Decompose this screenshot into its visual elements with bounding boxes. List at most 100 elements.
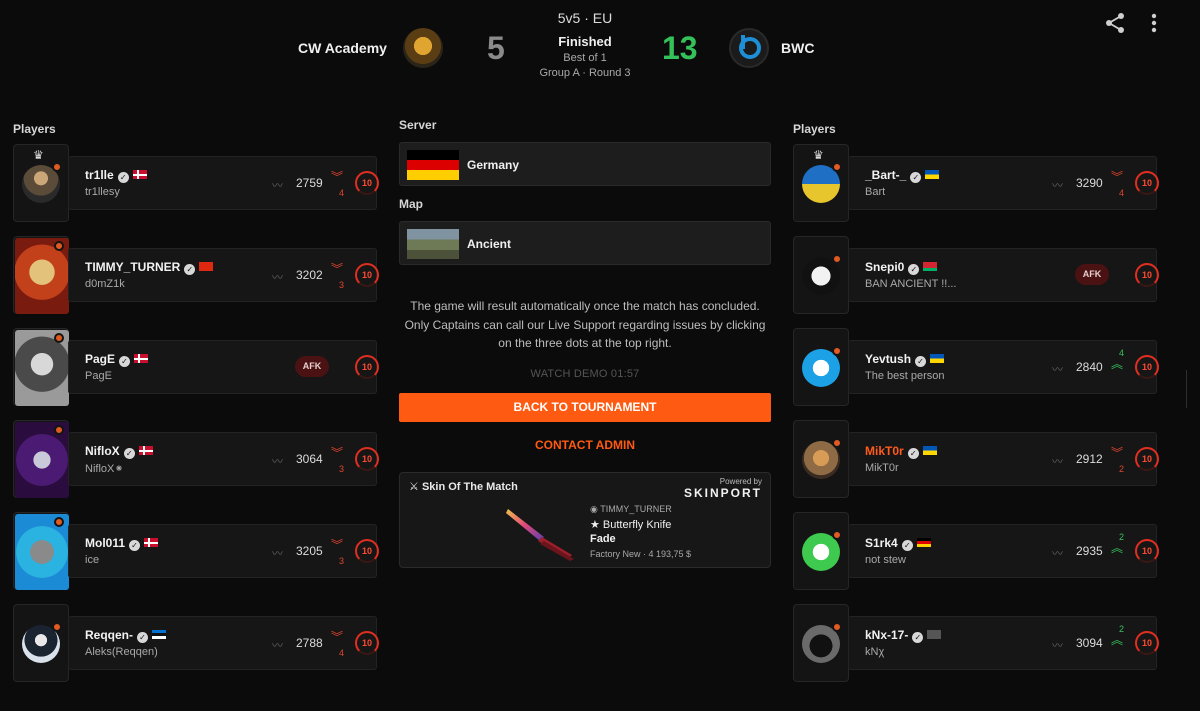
level-badge-icon	[832, 346, 842, 356]
player-name[interactable]: Snepi0 ✓	[865, 260, 938, 275]
player-card[interactable]: ♛ _Bart-_ ✓ Bart 〰 3290 ︾ 4 10	[793, 144, 1159, 222]
back-to-tournament-button[interactable]: BACK TO TOURNAMENT	[399, 392, 771, 422]
player-avatar-frame[interactable]	[13, 328, 69, 406]
team-b-score: 13	[662, 30, 698, 66]
chevrons-down-icon: ︾	[1111, 446, 1124, 460]
player-avatar-frame[interactable]	[13, 236, 69, 314]
player-card[interactable]: Snepi0 ✓ BAN ANCIENT !!... AFK 10	[793, 236, 1159, 314]
player-card[interactable]: Reqqen- ✓ Aleks(Reqqen) 〰 2788 ︾ 4 10	[13, 604, 379, 682]
player-nickname: tr1llesy	[85, 186, 120, 198]
player-card[interactable]: Yevtush ✓ The best person 〰 2840 ︽ 4 10	[793, 328, 1159, 406]
player-name[interactable]: NifloX ✓	[85, 444, 153, 459]
player-card[interactable]: NifloX ✓ NifloX⁕ 〰 3064 ︾ 3 10	[13, 420, 379, 498]
player-card[interactable]: ♛ tr1lle ✓ tr1llesy 〰 2759 ︾ 4 10	[13, 144, 379, 222]
chevrons-down-icon: ︾	[1111, 170, 1124, 184]
player-card[interactable]: kNx-17- ✓ kNχ 〰 3094 ︽ 2 10	[793, 604, 1159, 682]
watch-demo-link[interactable]: WATCH DEMO 01:57	[399, 368, 771, 380]
player-avatar-frame[interactable]	[793, 512, 849, 590]
player-info-panel[interactable]: Snepi0 ✓ BAN ANCIENT !!... AFK 10	[848, 248, 1159, 302]
player-avatar-frame[interactable]	[13, 512, 69, 590]
player-name[interactable]: kNx-17- ✓	[865, 628, 942, 643]
player-name-text: Yevtush	[865, 352, 912, 366]
player-name[interactable]: S1rk4 ✓	[865, 536, 931, 551]
skin-of-the-match-card[interactable]: ⚔ Skin Of The Match Powered by SKINPORT …	[399, 471, 771, 568]
player-info-panel[interactable]: S1rk4 ✓ not stew 〰 2935 ︽ 2 10	[848, 524, 1159, 578]
player-name[interactable]: Yevtush ✓	[865, 352, 945, 367]
elo-trend-icon: 〰	[1052, 364, 1063, 376]
germany-flag-icon	[407, 150, 459, 180]
chevrons-down-icon: ︾	[331, 446, 344, 460]
verified-icon: ✓	[129, 540, 141, 551]
player-info-panel[interactable]: tr1lle ✓ tr1llesy 〰 2759 ︾ 4 10	[68, 156, 379, 210]
player-avatar-frame[interactable]: ♛	[13, 144, 69, 222]
player-card[interactable]: Mol011 ✓ ice 〰 3205 ︾ 3 10	[13, 512, 379, 590]
player-avatar-frame[interactable]	[13, 604, 69, 682]
player-name[interactable]: _Bart-_ ✓	[865, 168, 940, 183]
powered-by[interactable]: Powered by SKINPORT	[684, 477, 762, 500]
player-name[interactable]: PagE ✓	[85, 352, 149, 367]
player-card[interactable]: TIMMY_TURNER ✓ d0mZ1k 〰 3202 ︾ 3 10	[13, 236, 379, 314]
player-card[interactable]: MikT0r ✓ MikT0r 〰 2912 ︾ 2 10	[793, 420, 1159, 498]
level-badge-icon	[52, 622, 62, 632]
player-name-text: tr1lle	[85, 168, 114, 182]
player-info-panel[interactable]: _Bart-_ ✓ Bart 〰 3290 ︾ 4 10	[848, 156, 1159, 210]
more-vertical-icon[interactable]	[1146, 12, 1162, 34]
player-name[interactable]: MikT0r ✓	[865, 444, 937, 459]
player-info-panel[interactable]: TIMMY_TURNER ✓ d0mZ1k 〰 3202 ︾ 3 10	[68, 248, 379, 302]
verified-icon: ✓	[915, 356, 927, 367]
player-avatar-frame[interactable]	[793, 420, 849, 498]
player-info-panel[interactable]: Yevtush ✓ The best person 〰 2840 ︽ 4 10	[848, 340, 1159, 394]
share-icon[interactable]	[1104, 12, 1126, 34]
contact-admin-button[interactable]: CONTACT ADMIN	[399, 438, 771, 452]
verified-icon: ✓	[184, 264, 196, 275]
player-avatar-frame[interactable]	[13, 420, 69, 498]
player-avatar-frame[interactable]: ♛	[793, 144, 849, 222]
player-name-text: MikT0r	[865, 444, 904, 458]
left-players-heading: Players	[13, 122, 56, 136]
match-mode: 5v5 · EU	[557, 10, 613, 26]
player-nickname: NifloX⁕	[85, 463, 124, 475]
team-b-name[interactable]: BWC	[781, 40, 814, 56]
team-a-player-list: ♛ tr1lle ✓ tr1llesy 〰 2759 ︾ 4 10 TIMMY_TURNER ✓ d0…	[13, 144, 379, 684]
player-name[interactable]: TIMMY_TURNER ✓	[85, 260, 214, 275]
verified-icon: ✓	[907, 448, 919, 459]
player-card[interactable]: PagE ✓ PagE AFK 10	[13, 328, 379, 406]
verified-icon: ✓	[123, 448, 135, 459]
player-avatar-frame[interactable]	[793, 236, 849, 314]
country-flag-icon	[923, 262, 938, 271]
scrollbar[interactable]	[1186, 370, 1187, 408]
player-info-panel[interactable]: NifloX ✓ NifloX⁕ 〰 3064 ︾ 3 10	[68, 432, 379, 486]
faceit-level-badge: 10	[355, 263, 379, 287]
chevrons-down-icon: ︾	[331, 262, 344, 276]
player-info-panel[interactable]: PagE ✓ PagE AFK 10	[68, 340, 379, 394]
team-a-name[interactable]: CW Academy	[298, 40, 387, 56]
player-name[interactable]: Mol011 ✓	[85, 536, 159, 551]
level-badge-icon	[54, 517, 64, 527]
level-badge-icon	[832, 254, 842, 264]
elo-delta: 4	[339, 188, 345, 198]
player-info-panel[interactable]: MikT0r ✓ MikT0r 〰 2912 ︾ 2 10	[848, 432, 1159, 486]
player-name[interactable]: tr1lle ✓	[85, 168, 147, 183]
elo-delta: 3	[339, 556, 345, 566]
player-elo: 2788	[296, 636, 323, 650]
player-avatar-frame[interactable]	[793, 328, 849, 406]
team-b-logo[interactable]	[729, 28, 769, 68]
country-flag-icon	[132, 170, 147, 179]
elo-trend-icon: 〰	[1052, 456, 1063, 468]
player-card[interactable]: S1rk4 ✓ not stew 〰 2935 ︽ 2 10	[793, 512, 1159, 590]
elo-delta: 4	[1119, 188, 1125, 198]
faceit-level-badge: 10	[1135, 447, 1159, 471]
knife-icon: ⚔	[409, 480, 419, 493]
player-info-panel[interactable]: Mol011 ✓ ice 〰 3205 ︾ 3 10	[68, 524, 379, 578]
player-name[interactable]: Reqqen- ✓	[85, 628, 166, 643]
verified-icon: ✓	[137, 632, 148, 643]
elo-delta: 2	[1119, 532, 1125, 542]
player-info-panel[interactable]: kNx-17- ✓ kNχ 〰 3094 ︽ 2 10	[848, 616, 1159, 670]
player-avatar-frame[interactable]	[793, 604, 849, 682]
country-flag-icon	[916, 538, 931, 547]
level-badge-icon	[832, 530, 842, 540]
afk-badge: AFK	[1075, 264, 1109, 285]
elo-delta: 2	[1119, 464, 1125, 474]
team-a-logo[interactable]	[403, 28, 443, 68]
player-info-panel[interactable]: Reqqen- ✓ Aleks(Reqqen) 〰 2788 ︾ 4 10	[68, 616, 379, 670]
